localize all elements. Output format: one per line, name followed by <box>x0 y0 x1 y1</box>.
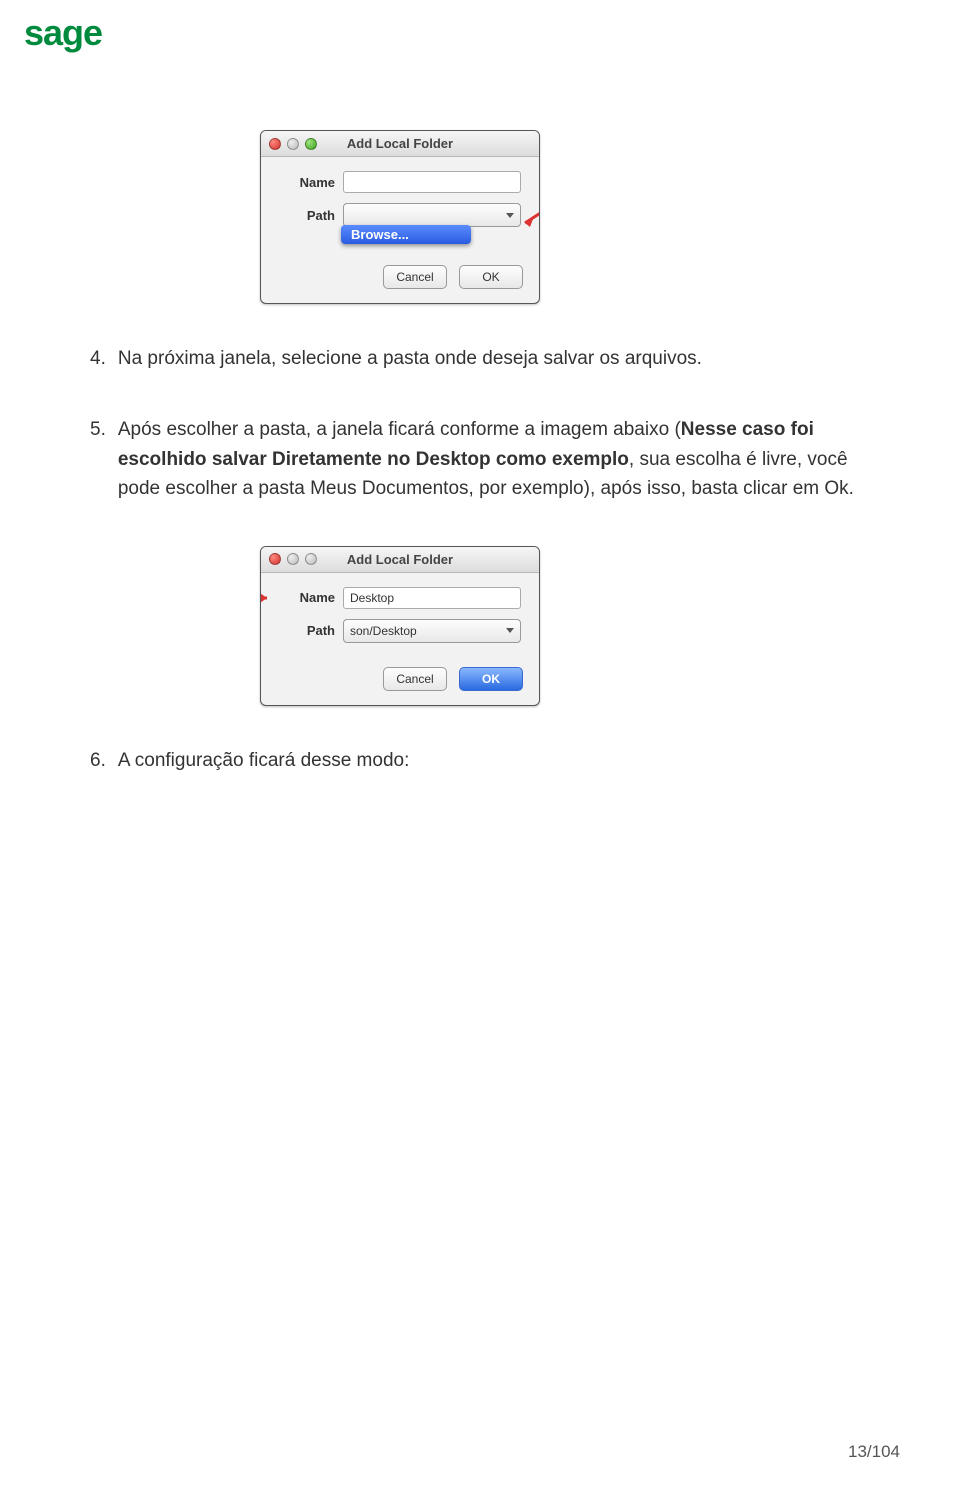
step-6: 6. A configuração ficará desse modo: <box>90 746 870 775</box>
step-5: 5. Após escolher a pasta, a janela ficar… <box>90 415 870 503</box>
dialog-titlebar: Add Local Folder <box>261 131 539 157</box>
step-4: 4. Na próxima janela, selecione a pasta … <box>90 344 870 373</box>
step-text: A configuração ficará desse modo: <box>118 746 870 775</box>
name-label: Name <box>279 590 343 605</box>
browse-menu-item[interactable]: Browse... <box>341 225 471 244</box>
arrow-annotation-icon <box>517 197 540 231</box>
sage-logo: sage <box>24 12 102 54</box>
add-local-folder-dialog-1: Add Local Folder Name Path Browse... Can… <box>260 130 540 304</box>
chevron-down-icon <box>506 628 514 633</box>
dialog-title: Add Local Folder <box>261 552 539 567</box>
ok-button[interactable]: OK <box>459 265 523 289</box>
add-local-folder-dialog-2: Add Local Folder Name Path son/Desktop C… <box>260 546 540 706</box>
dialog-title: Add Local Folder <box>261 136 539 151</box>
cancel-button[interactable]: Cancel <box>383 265 447 289</box>
name-label: Name <box>279 175 343 190</box>
path-label: Path <box>279 623 343 638</box>
page-number: 13/104 <box>848 1442 900 1462</box>
step-number: 5. <box>90 415 106 503</box>
chevron-down-icon <box>506 213 514 218</box>
step-text: Após escolher a pasta, a janela ficará c… <box>118 415 870 503</box>
path-combo[interactable] <box>343 203 521 227</box>
cancel-button[interactable]: Cancel <box>383 667 447 691</box>
name-input[interactable] <box>343 587 521 609</box>
step-number: 6. <box>90 746 106 775</box>
path-combo[interactable]: son/Desktop <box>343 619 521 643</box>
dialog-titlebar: Add Local Folder <box>261 547 539 573</box>
step-text: Na próxima janela, selecione a pasta ond… <box>118 344 870 373</box>
name-input[interactable] <box>343 171 521 193</box>
step-number: 4. <box>90 344 106 373</box>
ok-button[interactable]: OK <box>459 667 523 691</box>
path-label: Path <box>279 208 343 223</box>
arrow-annotation-icon <box>260 589 277 607</box>
